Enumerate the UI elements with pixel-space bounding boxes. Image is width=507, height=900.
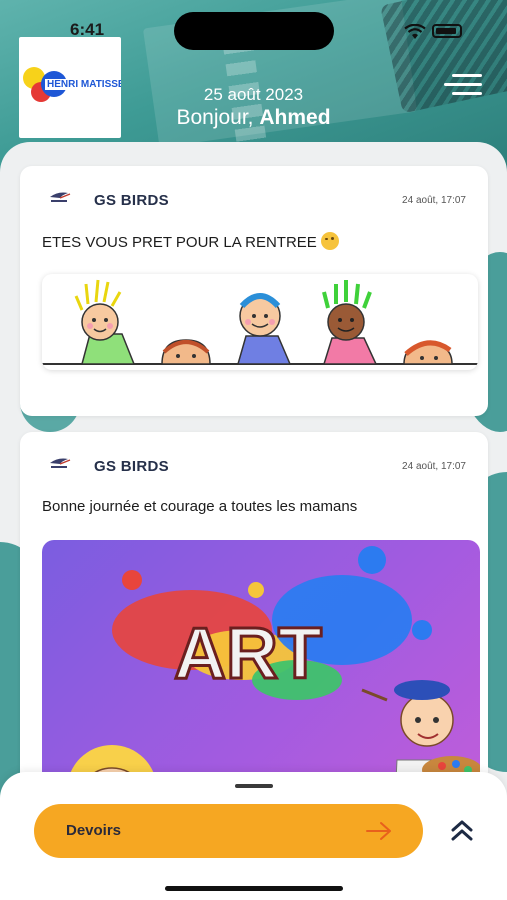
- post-text: ETES VOUS PRET POUR LA RENTREE: [42, 232, 339, 251]
- post-text: Bonne journée et courage a toutes les ma…: [42, 498, 358, 515]
- menu-icon: [452, 74, 482, 77]
- greeting: Bonjour, Ahmed: [0, 106, 507, 130]
- bird-logo-icon: [50, 192, 71, 202]
- menu-icon-line: [452, 92, 482, 95]
- post-text-content: ETES VOUS PRET POUR LA RENTREE: [42, 234, 317, 251]
- header-date: 25 août 2023: [203, 85, 304, 104]
- sheet-grabber[interactable]: [235, 784, 273, 788]
- winking-emoji-icon: [320, 232, 339, 250]
- user-name: Ahmed: [259, 106, 331, 129]
- devoirs-label: Devoirs: [66, 822, 122, 839]
- post-header: GS BIRDS 24 août, 17:07: [20, 166, 488, 220]
- dynamic-island: [174, 12, 334, 50]
- post-header: GS BIRDS 24 août, 17:07: [20, 432, 488, 486]
- devoirs-button[interactable]: Devoirs: [34, 804, 423, 858]
- post-time: 24 août, 17:07: [402, 195, 466, 206]
- post-author: GS BIRDS: [94, 192, 169, 209]
- kids-illustration[interactable]: [42, 274, 478, 370]
- feed-sheet[interactable]: GS BIRDS 24 août, 17:07 ETES VOUS PRET P…: [0, 142, 507, 842]
- wifi-icon: [404, 24, 426, 39]
- art-word: ART: [174, 614, 322, 694]
- post-author: GS BIRDS: [94, 458, 169, 475]
- menu-button[interactable]: [442, 72, 482, 98]
- bottom-sheet[interactable]: Devoirs: [0, 772, 507, 900]
- bird-logo-icon: [50, 458, 71, 468]
- post-time: 24 août, 17:07: [402, 461, 466, 472]
- greeting-prefix: Bonjour,: [176, 106, 254, 129]
- post-card[interactable]: GS BIRDS 24 août, 17:07 ETES VOUS PRET P…: [20, 166, 488, 416]
- kids-drawing: [42, 279, 478, 365]
- home-indicator: [165, 886, 343, 891]
- battery-icon: [432, 24, 462, 38]
- arrow-right-icon: [366, 822, 391, 840]
- menu-icon-line: [444, 83, 482, 86]
- double-chevron-up-icon[interactable]: [448, 817, 476, 843]
